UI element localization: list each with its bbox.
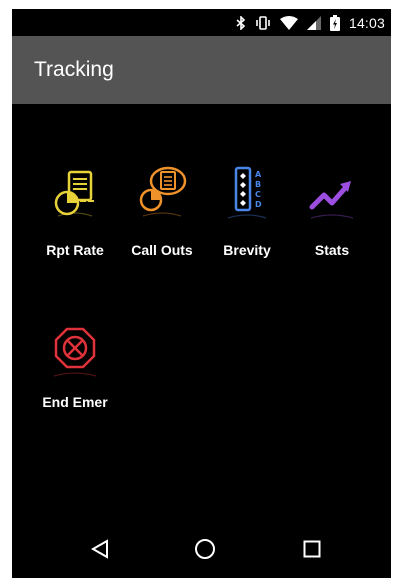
- back-icon: [90, 538, 109, 564]
- home-button[interactable]: [188, 536, 222, 566]
- signal-icon: [306, 15, 321, 30]
- app-title: Tracking: [34, 58, 114, 81]
- call-outs-icon: [137, 166, 187, 230]
- stats-icon: [307, 166, 357, 230]
- tile-brevity[interactable]: A B C D Brevity: [204, 166, 290, 286]
- tile-label: End Emer: [42, 394, 108, 410]
- tile-label: Call Outs: [131, 242, 193, 258]
- svg-text:D: D: [255, 200, 262, 209]
- status-clock: 14:03: [348, 14, 385, 31]
- home-icon: [194, 538, 216, 565]
- tile-call-outs[interactable]: Call Outs: [119, 166, 205, 286]
- battery-icon: [329, 14, 340, 31]
- app-bar: Tracking: [12, 36, 391, 104]
- tile-rpt-rate[interactable]: Rpt Rate: [32, 166, 118, 286]
- vibrate-icon: [255, 15, 271, 30]
- status-bar: 14:03: [12, 9, 391, 36]
- navigation-bar: [12, 524, 391, 578]
- tile-stats[interactable]: Stats: [289, 166, 375, 286]
- tile-label: Stats: [314, 242, 350, 258]
- svg-text:A: A: [255, 170, 262, 179]
- tile-grid: Rpt Rate Call Outs A B C D Brevity Stats…: [12, 104, 391, 524]
- tile-label: Rpt Rate: [46, 242, 104, 258]
- brevity-icon: A B C D: [222, 166, 272, 230]
- back-button[interactable]: [83, 536, 117, 566]
- svg-text:C: C: [255, 190, 261, 199]
- report-rate-icon: [50, 166, 100, 230]
- svg-text:B: B: [255, 180, 261, 189]
- phone-screen: 14:03 Tracking Rpt Rate Call Outs A B C …: [12, 9, 391, 578]
- tile-label: Brevity: [223, 242, 271, 258]
- recents-icon: [303, 540, 321, 563]
- bluetooth-icon: [236, 15, 246, 30]
- recents-button[interactable]: [295, 536, 329, 566]
- status-icons: 14:03: [236, 9, 385, 36]
- wifi-icon: [279, 15, 298, 30]
- end-emergency-icon: [50, 318, 100, 382]
- tile-end-emer[interactable]: End Emer: [32, 318, 118, 438]
